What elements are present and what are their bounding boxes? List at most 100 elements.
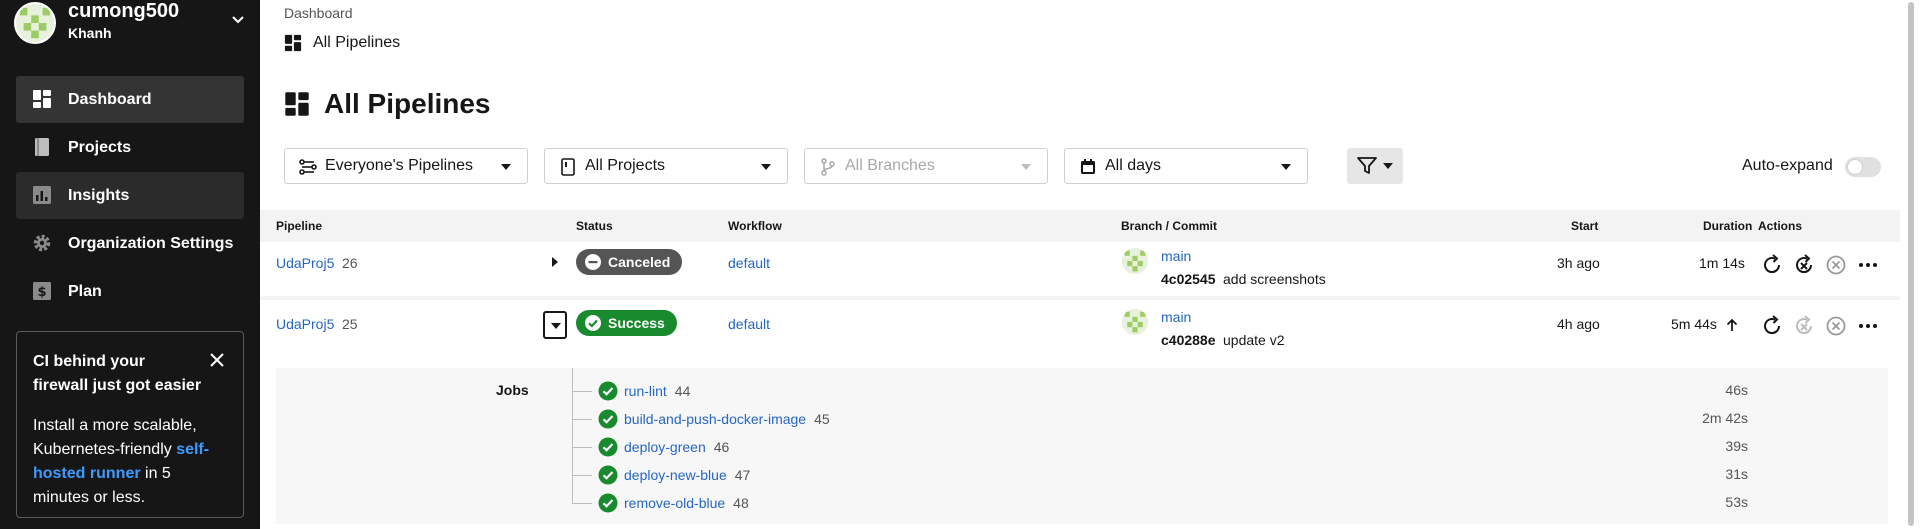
sidebar-item-projects[interactable]: Projects	[16, 124, 244, 171]
table-row: UdaProj5 26 Canceled default main 4c0254…	[260, 242, 1900, 300]
auto-expand-toggle[interactable]	[1845, 157, 1881, 177]
job-number: 46	[713, 439, 730, 455]
check-circle-icon	[598, 381, 618, 401]
git-branch-icon	[821, 158, 835, 176]
expand-row-button[interactable]	[543, 248, 567, 276]
vertical-scrollbar[interactable]	[1905, 0, 1917, 529]
more-actions-icon[interactable]	[1856, 314, 1880, 338]
status-text: Canceled	[608, 254, 671, 270]
main-content: Dashboard All Pipelines All Pipelines Ev…	[260, 0, 1920, 529]
job-item: remove-old-blue 48	[572, 492, 749, 514]
subtitle-text: All Pipelines	[313, 34, 401, 51]
branches-filter-value: All Branches	[845, 157, 935, 174]
status-text: Success	[608, 315, 665, 331]
check-circle-icon	[585, 315, 601, 331]
avatar-pattern-icon	[16, 4, 54, 42]
job-number: 48	[733, 495, 749, 511]
pipelines-filter-dropdown[interactable]: Everyone's Pipelines	[284, 148, 528, 184]
breadcrumb[interactable]: Dashboard	[284, 5, 353, 21]
more-filters-button[interactable]	[1347, 148, 1403, 184]
pipeline-project-link[interactable]: UdaProj5	[276, 316, 334, 332]
org-avatar	[14, 2, 56, 44]
job-name-link[interactable]: deploy-green	[624, 439, 706, 455]
job-name-link[interactable]: run-lint	[624, 383, 667, 399]
workflow-link[interactable]: default	[728, 316, 770, 332]
sidebar: cumong500 Khanh Dashboard Projects Insig…	[0, 0, 260, 529]
pipeline-number: 25	[342, 316, 358, 332]
app: cumong500 Khanh Dashboard Projects Insig…	[0, 0, 1920, 529]
column-header-start: Start	[1571, 219, 1599, 233]
column-header-status: Status	[576, 219, 613, 233]
column-header-pipeline: Pipeline	[276, 219, 323, 233]
rerun-failed-icon[interactable]	[1792, 253, 1816, 277]
start-time: 4h ago	[1557, 316, 1600, 332]
job-number: 44	[674, 383, 691, 399]
sidebar-item-label: Plan	[68, 282, 102, 300]
pipelines-filter-value: Everyone's Pipelines	[325, 157, 474, 174]
funnel-icon	[1357, 157, 1377, 174]
tree-connector	[572, 474, 592, 476]
caret-down-icon	[761, 164, 771, 170]
promo-text-before: Install a more scalable, Kubernetes-frie…	[33, 417, 197, 458]
collapse-row-button[interactable]	[543, 311, 567, 339]
sidebar-item-dashboard[interactable]: Dashboard	[16, 76, 244, 123]
avatar-pattern-icon	[1122, 248, 1148, 274]
commit-hash[interactable]: c40288e	[1161, 332, 1216, 348]
caret-down-icon	[1383, 163, 1393, 169]
close-icon[interactable]	[209, 352, 225, 368]
svg-text:$: $	[37, 285, 46, 300]
job-item: run-lint 44	[572, 380, 690, 402]
job-item: build-and-push-docker-image 45	[572, 408, 830, 430]
pipeline-number: 26	[342, 255, 358, 271]
avatar	[1122, 309, 1148, 335]
book-icon	[561, 158, 575, 176]
commit-hash[interactable]: 4c02545	[1161, 271, 1216, 287]
auto-expand-label: Auto-expand	[1742, 157, 1833, 174]
runner-promo-card: CI behind your firewall just got easier …	[16, 331, 244, 518]
sidebar-item-insights[interactable]: Insights	[16, 172, 244, 219]
org-name: cumong500	[68, 0, 180, 22]
rerun-icon[interactable]	[1760, 314, 1784, 338]
job-duration: 2m 42s	[1702, 410, 1748, 426]
projects-filter-dropdown[interactable]: All Projects	[544, 148, 788, 184]
promo-title: CI behind your firewall just got easier	[33, 353, 202, 394]
duration: 1m 14s	[1699, 255, 1745, 271]
job-number: 47	[734, 467, 751, 483]
column-header-workflow: Workflow	[728, 219, 782, 233]
caret-down-icon	[501, 164, 511, 170]
page-subtitle: All Pipelines	[284, 34, 400, 52]
dashboard-icon	[33, 90, 51, 108]
workflow-link[interactable]: default	[728, 255, 770, 271]
rerun-icon[interactable]	[1760, 253, 1784, 277]
commit-message: add screenshots	[1223, 271, 1326, 287]
check-circle-icon	[598, 465, 618, 485]
rerun-failed-icon	[1792, 314, 1816, 338]
org-switcher[interactable]: cumong500 Khanh	[14, 0, 246, 44]
pipeline-project-link[interactable]: UdaProj5	[276, 255, 334, 271]
job-name-link[interactable]: build-and-push-docker-image	[624, 411, 806, 427]
calendar-icon	[1081, 159, 1095, 174]
gear-icon	[33, 234, 51, 252]
sidebar-item-plan[interactable]: $ Plan	[16, 268, 244, 315]
arrow-up-icon	[1726, 318, 1738, 331]
tree-connector	[572, 418, 592, 420]
status-badge: Success	[576, 310, 677, 336]
commit-message: update v2	[1223, 332, 1285, 348]
bar-chart-icon	[33, 186, 51, 204]
more-actions-icon[interactable]	[1856, 253, 1880, 277]
branch-link[interactable]: main	[1161, 248, 1191, 264]
job-name-link[interactable]: deploy-new-blue	[624, 467, 727, 483]
table-row: UdaProj5 25 Success default main c40288e…	[260, 303, 1900, 365]
sidebar-item-organization-settings[interactable]: Organization Settings	[16, 220, 244, 267]
cancel-icon	[1824, 253, 1848, 277]
chevron-down-icon	[232, 16, 244, 24]
page-title: All Pipelines	[284, 88, 491, 120]
caret-down-icon	[1281, 164, 1291, 170]
canceled-icon	[585, 254, 601, 270]
scrollbar-thumb[interactable]	[1908, 2, 1914, 526]
job-name-link[interactable]: remove-old-blue	[624, 495, 725, 511]
days-filter-dropdown[interactable]: All days	[1064, 148, 1308, 184]
branch-link[interactable]: main	[1161, 309, 1191, 325]
job-number: 45	[814, 411, 830, 427]
jobs-panel: Jobs run-lint 44 46s build-and-push-dock…	[276, 368, 1888, 524]
